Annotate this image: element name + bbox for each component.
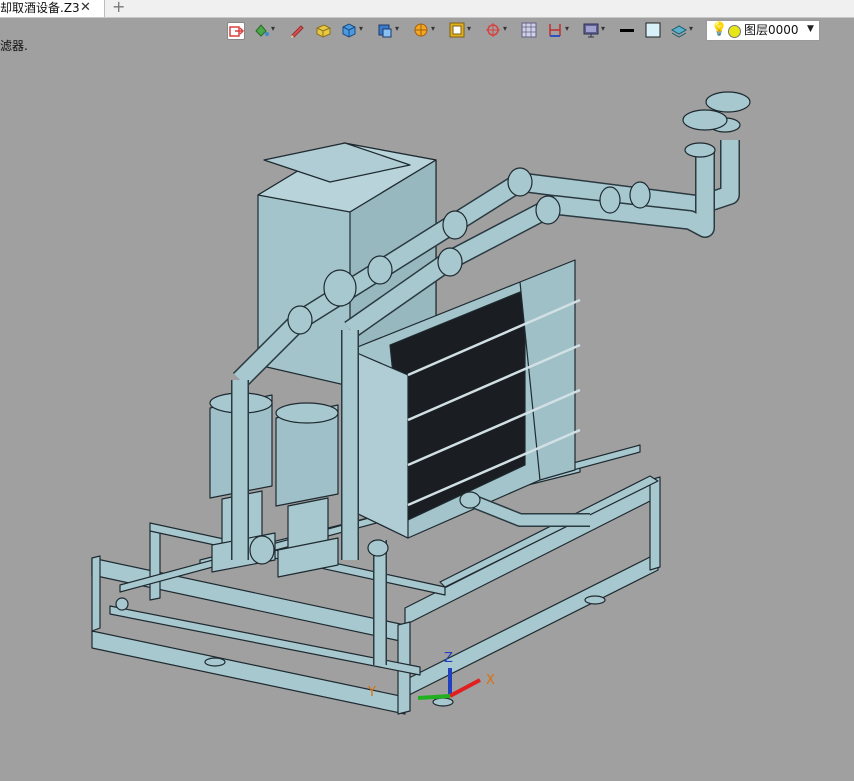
pump-right — [275, 402, 339, 578]
axis-icon[interactable]: ▾ — [482, 19, 516, 41]
layer-selector[interactable]: 💡 图层0000 ▼ — [706, 20, 820, 41]
3d-viewport[interactable]: X Y Z — [0, 42, 854, 781]
layer-name: 图层0000 — [744, 23, 799, 37]
monitor-icon[interactable]: ▾ — [580, 19, 614, 41]
close-icon[interactable]: ✕ — [80, 0, 91, 16]
axis-z-label: Z — [444, 651, 453, 666]
axis-x-label: X — [486, 673, 495, 688]
chevron-down-icon[interactable]: ▼ — [807, 21, 814, 38]
tab-label: 却取酒设备.Z3 — [0, 1, 80, 15]
dimension-icon[interactable]: ▾ — [544, 19, 578, 41]
axis-y-label: Y — [367, 685, 376, 700]
frame-icon[interactable]: ▾ — [446, 19, 480, 41]
layer-color-dot — [728, 25, 741, 38]
sun-icon[interactable]: ▾ — [410, 19, 444, 41]
tab-document[interactable]: 却取酒设备.Z3 ✕ — [0, 0, 105, 17]
lightbulb-icon[interactable]: 💡 — [711, 22, 727, 38]
shaded-cube-icon[interactable]: ▾ — [374, 19, 408, 41]
paint-bucket-icon[interactable]: ▾ — [250, 19, 284, 41]
plus-icon[interactable]: + — [112, 0, 125, 16]
cube-icon[interactable]: ▾ — [338, 19, 372, 41]
tab-bar: 却取酒设备.Z3 ✕ + — [0, 0, 854, 18]
layers-icon[interactable]: ▾ — [668, 19, 702, 41]
